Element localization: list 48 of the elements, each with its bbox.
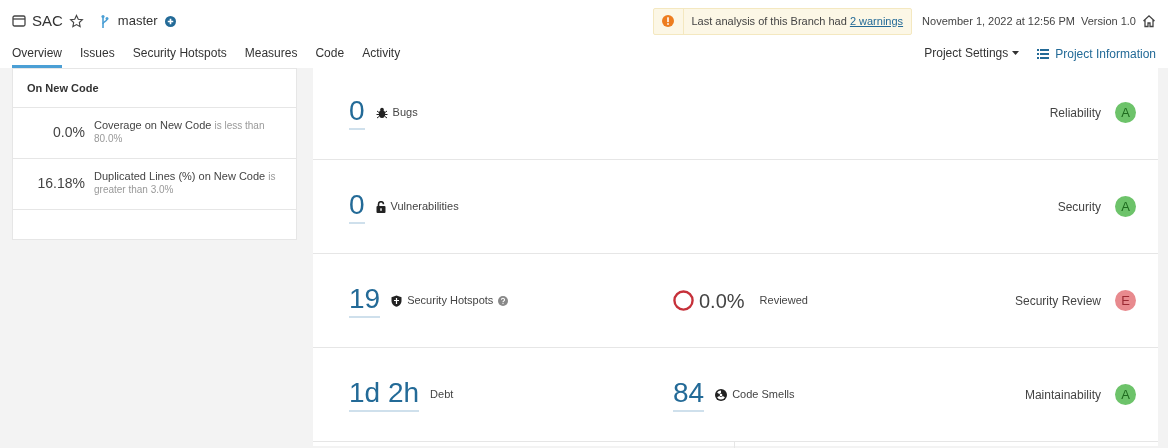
star-icon[interactable] [68, 13, 84, 29]
condition-value: 0.0% [52, 123, 85, 142]
review-percentage: 0.0% [699, 288, 745, 314]
condition-text: Duplicated Lines (%) on New Code is greater than 3.0% [94, 170, 277, 196]
plus-icon[interactable] [164, 15, 176, 27]
warning-message: Last analysis of this Branch had 2 warnings [690, 13, 905, 29]
measure-label: Code Smells [732, 387, 795, 403]
measure-label: Security Hotspots [407, 293, 494, 309]
tab[interactable]: Activity [362, 42, 401, 68]
caret-icon [1012, 51, 1020, 55]
measure-label: Vulnerabilities [390, 199, 459, 215]
rating-label: Reliability [1049, 104, 1101, 122]
home-icon[interactable] [1142, 14, 1156, 28]
panel-title: On New Code [13, 69, 296, 108]
measure-label: Debt [430, 387, 454, 403]
list-icon [1037, 49, 1050, 59]
help-icon[interactable] [498, 295, 509, 306]
tab[interactable]: Measures [244, 42, 298, 68]
lock-icon [375, 200, 386, 213]
bug-icon [375, 106, 388, 119]
version-label: Version 1.0 [1080, 13, 1136, 29]
measure-value[interactable]: 0 [349, 95, 365, 130]
tab[interactable]: Code [315, 42, 345, 68]
project-settings-menu[interactable]: Project Settings [924, 44, 1020, 62]
branch-name[interactable]: master [117, 11, 158, 31]
repository-icon [12, 15, 26, 27]
shield-icon [391, 294, 403, 307]
project-information-link[interactable]: Project Information [1037, 45, 1156, 63]
branch-icon [99, 13, 110, 29]
project-name[interactable]: SAC [32, 9, 63, 33]
code-smell-icon [715, 388, 728, 401]
analysis-date: November 1, 2022 at 12:56 PM [922, 13, 1075, 29]
rating-label: Maintainability [1024, 386, 1101, 404]
measure-value[interactable]: 0 [349, 189, 365, 224]
rating-label: Security [1057, 198, 1101, 216]
condition-text: Coverage on New Code is less than 80.0% [94, 119, 266, 145]
measure-value[interactable]: 1d 2h [349, 377, 420, 412]
condition-value: 16.18% [36, 174, 85, 193]
warnings-link[interactable]: 2 warnings [849, 14, 904, 27]
tab[interactable]: Issues [80, 42, 115, 68]
measure-value[interactable]: 84 [673, 377, 705, 412]
progress-ring-icon [673, 290, 694, 311]
measure-label: Reviewed [759, 293, 808, 309]
rating-label: Security Review [1014, 292, 1101, 310]
tab[interactable]: Security Hotspots [132, 42, 227, 68]
measure-label: Bugs [392, 105, 418, 121]
measure-value[interactable]: 19 [349, 283, 381, 318]
warning-icon [662, 15, 674, 27]
